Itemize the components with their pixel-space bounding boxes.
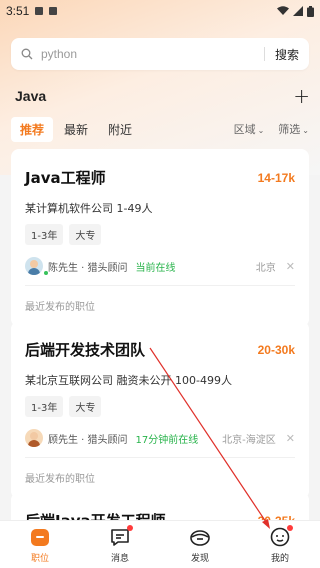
recruiter-name: 顾先生 · 猎头顾问 (48, 434, 128, 446)
filter-label: 筛选 (278, 123, 301, 136)
salary: 14-17k (257, 170, 295, 185)
tab-recommended[interactable]: 推荐 (11, 116, 54, 142)
nav-jobs[interactable]: 职位 (0, 521, 80, 568)
notification-badge (127, 524, 133, 531)
job-intent-title[interactable]: Java (15, 88, 46, 104)
discover-icon (189, 526, 211, 548)
nav-profile[interactable]: 我的 (240, 521, 320, 568)
job-intent-row: Java + (15, 86, 310, 106)
filter-dropdown[interactable]: 筛选 ⌄ (278, 121, 309, 137)
signal-icon (293, 6, 303, 16)
bottom-nav: 职位 消息 发现 我的 (0, 520, 320, 568)
online-indicator (43, 270, 49, 276)
nav-label: 发现 (190, 553, 209, 564)
battery-icon (307, 5, 314, 17)
company-info: 某计算机软件公司 1-49人 (25, 202, 153, 215)
nav-discover[interactable]: 发现 (160, 521, 240, 568)
message-icon (109, 524, 133, 548)
search-divider (263, 47, 265, 61)
chevron-down-icon: ⌄ (302, 126, 309, 135)
region-filter[interactable]: 区域 ⌄ (234, 121, 265, 137)
avatar (25, 429, 43, 447)
status-bar: 3:51 (0, 0, 320, 22)
search-input[interactable]: python (41, 47, 264, 61)
notification-badge (287, 524, 293, 531)
close-icon[interactable]: ✕ (286, 260, 295, 273)
avatar-wrap (25, 257, 49, 276)
nav-label: 职位 (30, 553, 49, 564)
recruiter-name: 陈先生 · 猎头顾问 (48, 262, 128, 274)
notification-icon (35, 7, 44, 15)
briefcase-icon (29, 526, 51, 548)
add-intent-button[interactable]: + (293, 86, 310, 106)
tab-latest[interactable]: 最新 (55, 117, 97, 142)
tab-nearby[interactable]: 附近 (99, 117, 141, 142)
company-info: 某北京互联网公司 融资未公开 100-499人 (25, 374, 232, 387)
online-status: 当前在线 (135, 262, 176, 274)
status-time: 3:51 (6, 4, 30, 18)
wifi-icon (277, 6, 289, 15)
avatar (25, 257, 43, 275)
job-card[interactable]: 后端开发技术团队 20-30k 某北京互联网公司 融资未公开 100-499人 … (11, 321, 309, 499)
education-tag: 大专 (69, 224, 102, 245)
close-icon[interactable]: ✕ (286, 432, 295, 445)
online-status: 17分钟前在线 (135, 434, 199, 446)
chevron-down-icon: ⌄ (257, 126, 265, 135)
experience-tag: 1-3年 (25, 396, 64, 417)
notification-icon (49, 7, 58, 15)
nav-label: 我的 (270, 553, 289, 564)
job-location: 北京 (255, 262, 276, 274)
search-bar[interactable]: python 搜索 (11, 38, 309, 70)
job-location: 北京-海淀区 (222, 434, 276, 446)
job-title: 后端开发技术团队 (25, 341, 146, 359)
job-card[interactable]: Java工程师 14-17k 某计算机软件公司 1-49人 1-3年 大专 陈先… (11, 149, 309, 327)
education-tag: 大专 (69, 396, 102, 417)
salary: 20-30k (257, 342, 295, 357)
sort-tabs: 推荐 最新 附近 区域 ⌄ 筛选 ⌄ (11, 116, 309, 142)
experience-tag: 1-3年 (25, 224, 64, 245)
job-title: Java工程师 (25, 169, 106, 187)
region-filter-label: 区域 (233, 123, 256, 136)
nav-messages[interactable]: 消息 (80, 521, 160, 568)
search-icon (21, 48, 33, 60)
nav-label: 消息 (110, 553, 129, 564)
profile-icon (269, 524, 293, 548)
search-button[interactable]: 搜索 (275, 46, 299, 63)
